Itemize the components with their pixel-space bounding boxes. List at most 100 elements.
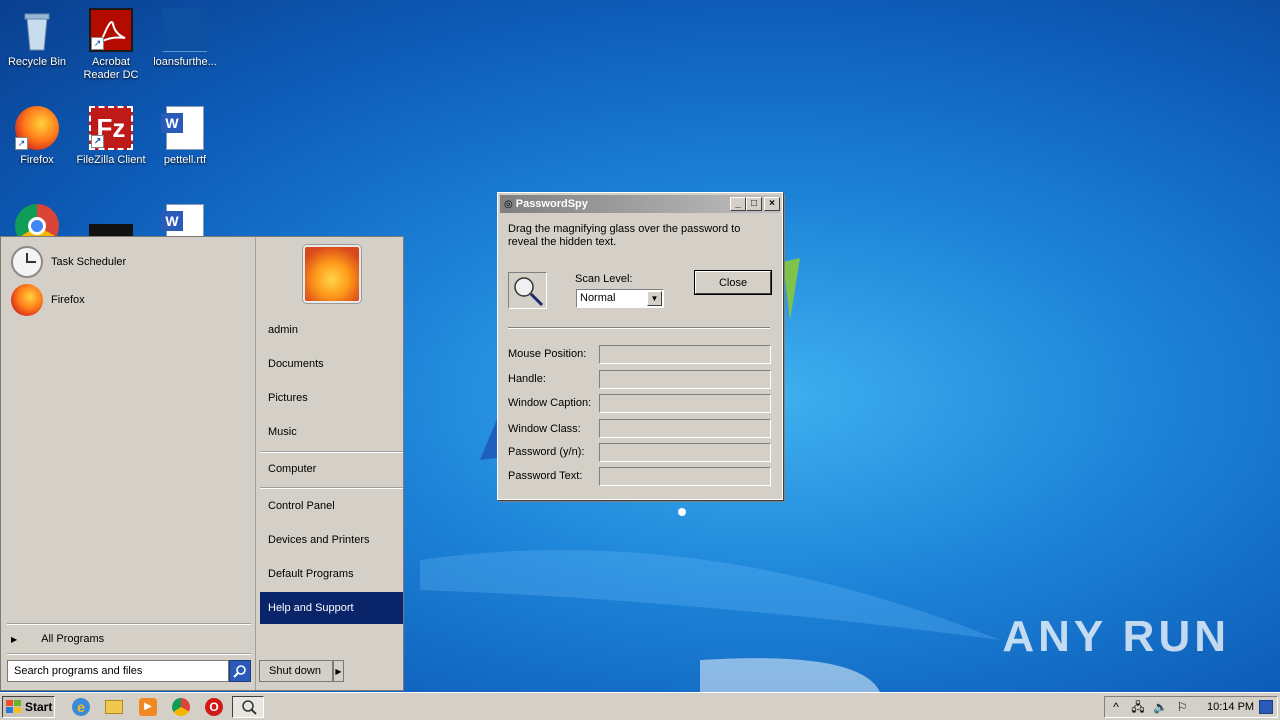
handle-field xyxy=(599,370,771,389)
password-yn-label: Password (y/n): xyxy=(508,446,585,458)
window-caption-field xyxy=(599,394,771,413)
close-window-button[interactable]: × xyxy=(764,197,780,211)
window-titlebar[interactable]: ◎ PasswordSpy _ □ × xyxy=(500,195,780,213)
triangle-right-icon: ▶ xyxy=(335,666,342,676)
start-menu: Task Scheduler Firefox ▶ All Programs Se… xyxy=(0,236,404,691)
start-link-help-support[interactable]: Help and Support xyxy=(260,592,403,624)
close-button[interactable]: Close xyxy=(695,271,771,294)
window-title: PasswordSpy xyxy=(515,198,588,210)
magnifying-glass-icon xyxy=(513,276,543,306)
desktop-icon-pettell[interactable]: W pettell.rtf xyxy=(148,106,222,167)
windows-logo-icon xyxy=(6,700,21,713)
media-player-icon[interactable]: ▶ xyxy=(139,698,157,716)
divider xyxy=(260,487,403,489)
start-link-pictures[interactable]: Pictures xyxy=(260,382,403,414)
start-link-devices-printers[interactable]: Devices and Printers xyxy=(260,524,403,556)
scan-level-label: Scan Level: xyxy=(575,273,633,285)
scan-level-value: Normal xyxy=(580,292,616,304)
start-menu-programs: Task Scheduler Firefox xyxy=(3,239,253,654)
desktop-icon-filezilla[interactable]: Fz ↗ FileZilla Client xyxy=(74,106,148,167)
filezilla-icon: Fz ↗ xyxy=(89,106,133,150)
app-icon: ◎ xyxy=(504,198,513,210)
window-class-label: Window Class: xyxy=(508,423,581,435)
maximize-button[interactable]: □ xyxy=(746,197,762,211)
window-caption-label: Window Caption: xyxy=(508,397,592,409)
divider xyxy=(7,653,251,655)
start-button[interactable]: Start xyxy=(2,696,55,718)
search-icon xyxy=(233,665,246,678)
desktop-icon-acrobat[interactable]: ↗ Acrobat Reader DC xyxy=(74,8,148,82)
divider xyxy=(508,327,770,329)
start-item-label: Firefox xyxy=(51,294,85,306)
clock[interactable]: 10:14 PM xyxy=(1207,701,1254,713)
anyrun-watermark: ANY RUN xyxy=(1002,612,1230,662)
start-link-documents[interactable]: Documents xyxy=(260,348,403,380)
all-programs-button[interactable]: ▶ All Programs xyxy=(11,633,104,645)
acrobat-icon: ↗ xyxy=(89,8,133,52)
taskbar-passwordspy[interactable] xyxy=(232,696,264,718)
start-label: Start xyxy=(25,700,53,714)
start-link-computer[interactable]: Computer xyxy=(260,453,403,485)
start-menu-right-pane: admin Documents Pictures Music Computer … xyxy=(255,237,403,690)
firefox-icon xyxy=(11,284,43,316)
search-button[interactable] xyxy=(229,660,251,682)
window-class-field xyxy=(599,419,771,438)
shutdown-options-button[interactable]: ▶ xyxy=(333,660,344,682)
desktop-icon-label: Acrobat Reader DC xyxy=(83,56,139,81)
shortcut-arrow-icon: ↗ xyxy=(15,137,28,150)
chevron-down-icon: ▼ xyxy=(647,291,662,306)
clock-icon xyxy=(11,246,43,278)
explorer-folder-icon[interactable] xyxy=(105,700,123,714)
start-link-music[interactable]: Music xyxy=(260,416,403,448)
scan-level-select[interactable]: Normal ▼ xyxy=(576,289,664,308)
mouse-position-label: Mouse Position: xyxy=(508,348,587,360)
watermark-text: ANY RUN xyxy=(1002,612,1230,661)
magnifier-drag-handle[interactable] xyxy=(508,272,547,309)
shutdown-button[interactable]: Shut down xyxy=(259,660,333,682)
firefox-icon: ↗ xyxy=(15,106,59,150)
password-yn-field xyxy=(599,443,771,462)
volume-icon[interactable]: 🔈 xyxy=(1153,700,1168,714)
all-programs-label: All Programs xyxy=(41,633,105,645)
system-tray: ^ 🖧 🔈 ⚐ 10:14 PM xyxy=(1104,696,1278,718)
desktop-icon-recycle-bin[interactable]: Recycle Bin xyxy=(0,8,74,69)
passwordspy-window: ◎ PasswordSpy _ □ × Drag the magnifying … xyxy=(497,192,783,500)
start-link-admin[interactable]: admin xyxy=(260,314,403,346)
shortcut-arrow-icon: ↗ xyxy=(91,135,104,148)
recycle-bin-icon xyxy=(15,8,59,52)
chevron-up-icon[interactable]: ^ xyxy=(1109,700,1123,714)
desktop-icon-firefox[interactable]: ↗ Firefox xyxy=(0,106,74,167)
ie-icon[interactable]: e xyxy=(72,698,90,716)
desktop-icon-label: Recycle Bin xyxy=(7,56,67,68)
desktop-icon-label: loansfurthe... xyxy=(153,56,217,68)
instruction-text: Drag the magnifying glass over the passw… xyxy=(508,223,741,248)
handle-label: Handle: xyxy=(508,373,546,385)
desktop-icon-loansfurthe[interactable]: loansfurthe... xyxy=(148,8,222,69)
network-icon[interactable]: 🖧 xyxy=(1131,700,1145,714)
word-doc-icon: W xyxy=(161,106,204,150)
shortcut-arrow-icon: ↗ xyxy=(91,37,104,50)
start-item-task-scheduler[interactable]: Task Scheduler xyxy=(11,245,126,279)
flag-icon[interactable]: ⚐ xyxy=(1175,700,1189,714)
chrome-icon[interactable] xyxy=(172,698,190,716)
taskbar: Start e ▶ O ^ 🖧 🔈 ⚐ 10:14 PM xyxy=(0,692,1280,720)
desktop-icon-label: Firefox xyxy=(20,154,54,166)
start-search-input[interactable]: Search programs and files xyxy=(7,660,229,682)
mouse-position-field xyxy=(599,345,771,364)
magnifying-glass-icon xyxy=(242,700,257,715)
desktop-icon-label: pettell.rtf xyxy=(163,154,207,166)
show-desktop-icon[interactable] xyxy=(1259,700,1273,714)
start-item-label: Task Scheduler xyxy=(51,256,127,268)
start-link-control-panel[interactable]: Control Panel xyxy=(260,490,403,522)
password-text-label: Password Text: xyxy=(508,470,583,482)
start-link-default-programs[interactable]: Default Programs xyxy=(260,558,403,590)
start-item-firefox[interactable]: Firefox xyxy=(11,283,85,317)
triangle-right-icon: ▶ xyxy=(11,634,18,644)
opera-icon[interactable]: O xyxy=(205,698,223,716)
minimize-button[interactable]: _ xyxy=(730,197,746,211)
desktop-icon-label: FileZilla Client xyxy=(76,154,146,166)
user-avatar[interactable] xyxy=(303,245,361,303)
password-text-field xyxy=(599,467,771,486)
file-icon xyxy=(163,8,207,52)
divider xyxy=(7,623,251,625)
